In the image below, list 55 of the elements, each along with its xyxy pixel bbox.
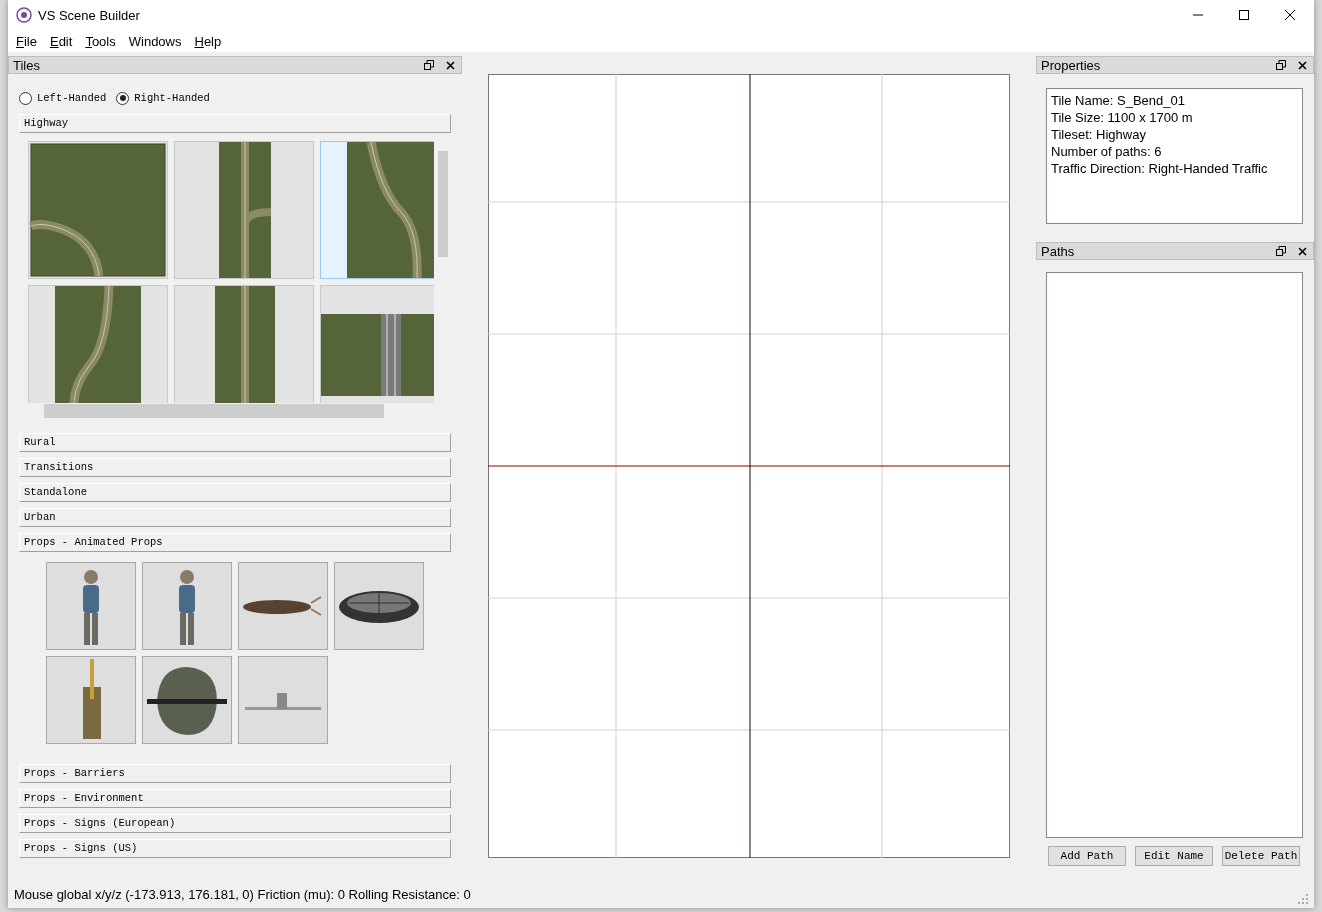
model-thumbnail[interactable] [46, 562, 136, 650]
menu-item[interactable]: Help [194, 33, 222, 49]
radio-button[interactable] [116, 91, 130, 105]
model-thumbnail[interactable] [46, 656, 136, 744]
panel-title: Tiles [13, 57, 40, 73]
resize-grip-icon[interactable] [1298, 894, 1308, 904]
close-icon[interactable] [1284, 9, 1296, 21]
tile-thumbnail[interactable] [320, 141, 434, 279]
menu-item[interactable]: Edit [49, 33, 73, 49]
properties-text-box[interactable]: Tile Name: S_Bend_01 Tile Size: 1100 x 1700 m Tileset: Highway Number of paths: 6 Traffic Direction: Right-Handed Traffic [1046, 88, 1303, 224]
category-header[interactable]: Props - Signs (US) [19, 839, 451, 858]
category-header[interactable]: Urban [19, 508, 451, 527]
category-header[interactable]: Props - Barriers [19, 764, 451, 783]
menu-item[interactable]: Windows [128, 33, 182, 49]
tile-thumbnail[interactable] [28, 141, 168, 279]
panel-title: Properties [1041, 57, 1101, 73]
model-thumbnail[interactable] [334, 562, 424, 650]
maximize-icon[interactable] [1238, 9, 1250, 21]
window-title: VS Scene Builder [38, 7, 140, 23]
tile-thumbnail[interactable] [174, 141, 314, 279]
menu-item[interactable]: File [16, 33, 37, 49]
category-header[interactable]: Props - Animated Props [19, 533, 451, 552]
tile-thumbnail[interactable] [28, 285, 168, 403]
radio-button[interactable] [19, 91, 32, 105]
float-icon[interactable] [1276, 246, 1286, 256]
menu-item[interactable]: Tools [85, 33, 116, 49]
category-header[interactable]: Transitions [19, 458, 451, 477]
property-line: Tile Size: 1100 x 1700 m [1051, 109, 1194, 126]
path-button[interactable]: Edit Name [1135, 846, 1213, 866]
property-line: Tileset: Highway [1051, 126, 1147, 143]
property-line: Traffic Direction: Right-Handed Traffic [1051, 160, 1269, 177]
category-header[interactable]: Props - Signs (European) [19, 814, 451, 833]
category-header[interactable]: Rural [19, 433, 451, 452]
float-icon[interactable] [424, 60, 434, 70]
path-button[interactable]: Add Path [1048, 846, 1126, 866]
close-icon[interactable] [1298, 246, 1307, 256]
category-header[interactable]: Props - Environment [19, 789, 451, 808]
close-icon[interactable] [446, 60, 455, 70]
radio-option[interactable]: Left-Handed [19, 88, 107, 108]
category-header[interactable]: Highway [19, 114, 451, 133]
float-icon[interactable] [1276, 60, 1286, 70]
close-icon[interactable] [1298, 60, 1307, 70]
model-thumbnail[interactable] [142, 656, 232, 744]
path-button[interactable]: Delete Path [1222, 846, 1300, 866]
app-logo-icon [16, 7, 32, 23]
radio-option[interactable]: Right-Handed [116, 88, 210, 108]
model-thumbnail[interactable] [142, 562, 232, 650]
panel-title: Paths [1041, 243, 1075, 259]
model-thumbnail[interactable] [238, 656, 328, 744]
model-thumbnail[interactable] [238, 562, 328, 650]
status-text: Mouse global x/y/z (-173.913, 176.181, 0) Friction (mu): 0 Rolling Resistance: 0 [14, 886, 471, 902]
category-header[interactable]: Standalone [19, 483, 451, 502]
tile-thumbnail[interactable] [174, 285, 314, 403]
property-line: Number of paths: 6 [1051, 143, 1163, 160]
property-line: Tile Name: S_Bend_01 [1051, 92, 1186, 109]
